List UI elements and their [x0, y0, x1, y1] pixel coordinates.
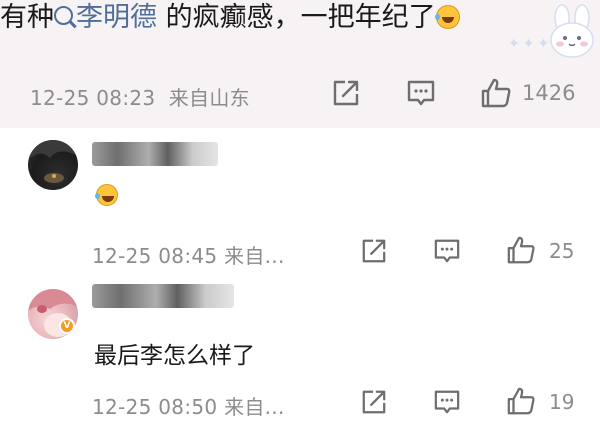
comment-button[interactable] [406, 79, 436, 107]
thumbs-up-icon [507, 236, 535, 264]
share-button[interactable] [361, 238, 387, 264]
avatar[interactable] [28, 140, 78, 190]
comment-text-after: 的疯癫感，一把年纪了 [157, 2, 436, 33]
comment-icon [407, 80, 435, 106]
username-blurred[interactable] [92, 142, 218, 166]
reply-time-source: 12-25 08:50 来自... [92, 395, 285, 419]
thumbs-up-icon [481, 78, 511, 108]
share-icon [362, 390, 386, 414]
avatar-image [28, 140, 78, 183]
comment-source: 来自山东 [168, 86, 250, 110]
reply-item: 12-25 08:45 来自... 25 [0, 128, 600, 273]
comment-text-before: 有种 [0, 2, 54, 33]
comment-icon [434, 390, 460, 414]
reply-emoji [95, 184, 118, 206]
search-icon [54, 6, 73, 25]
mention-link[interactable]: 李明德 [54, 2, 157, 33]
thumbs-up-icon [507, 387, 535, 415]
share-button[interactable] [361, 389, 387, 415]
reply-time-source: 12-25 08:45 来自... [92, 244, 285, 268]
comment-time-source: 12-25 08:23 来自山东 [30, 82, 250, 111]
mention-name: 李明德 [76, 2, 157, 33]
comment-button[interactable] [433, 389, 461, 415]
like-button[interactable] [506, 235, 536, 265]
comment-text: 有种 李明德 的疯癫感，一把年纪了 [0, 2, 460, 34]
reply-text: 最后李怎么样了 [94, 343, 255, 369]
comment-icon [434, 239, 460, 263]
share-icon [333, 80, 359, 106]
like-button[interactable] [480, 77, 512, 109]
laugh-cry-emoji-icon [95, 184, 118, 206]
laugh-cry-emoji-icon [434, 5, 460, 29]
comment-time: 12-25 08:23 [30, 86, 156, 110]
comment-meta: 12-25 08:23 来自山东 1426 [30, 77, 600, 111]
comment-button[interactable] [433, 238, 461, 264]
like-button[interactable] [506, 386, 536, 416]
like-count: 1426 [522, 81, 576, 105]
share-icon [362, 239, 386, 263]
username-blurred[interactable] [92, 284, 234, 308]
top-comment: 有种 李明德 的疯癫感，一把年纪了 ✦✦✦ 12-25 08:23 来自山东 1… [0, 0, 600, 128]
bunny-sticker-icon [550, 4, 594, 58]
reply-item: V 最后李怎么样了 12-25 08:50 来自... 19 [0, 273, 600, 425]
like-count: 25 [549, 239, 575, 263]
share-button[interactable] [332, 79, 360, 107]
like-count: 19 [549, 390, 575, 414]
verified-badge-icon: V [59, 318, 75, 334]
